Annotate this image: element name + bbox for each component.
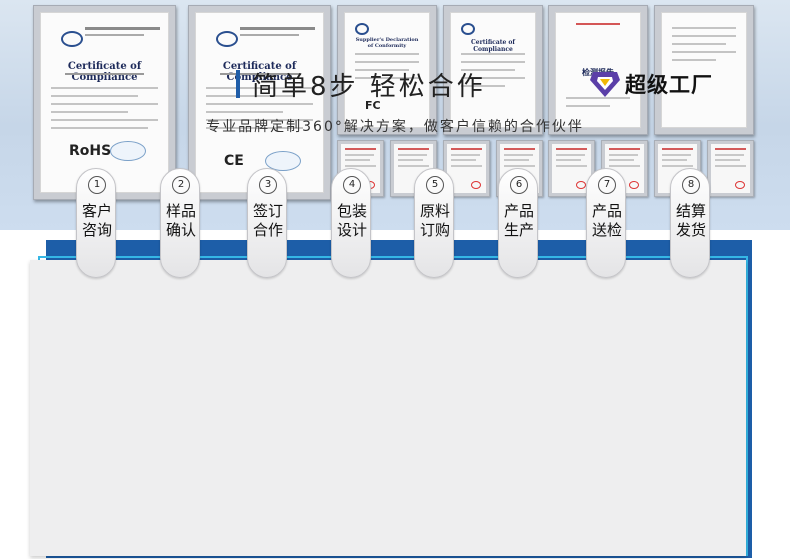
- step-card: 5 原料订购: [414, 168, 454, 278]
- bys-logo-icon: [355, 23, 369, 35]
- step-card: 1 客户咨询: [76, 168, 116, 278]
- step-number: 2: [172, 176, 190, 194]
- signature-seal-icon: [110, 141, 146, 161]
- heading-accent-bar: [236, 70, 240, 98]
- step-number: 4: [343, 176, 361, 194]
- bys-logo-icon: [461, 23, 475, 35]
- step-card: 4 包装设计: [331, 168, 371, 278]
- step-label: 签订合作: [252, 202, 283, 239]
- step-card: 8 结算发货: [670, 168, 710, 278]
- step-number: 6: [510, 176, 528, 194]
- section-title: 简单8步 轻松合作: [252, 71, 486, 102]
- brand-logo: 超级工厂: [589, 69, 713, 99]
- step-label: 原料订购: [419, 202, 450, 239]
- process-card: [30, 260, 746, 556]
- bys-logo-icon: [61, 31, 83, 47]
- step-label: 包装设计: [336, 202, 367, 239]
- step-card: 2 样品确认: [160, 168, 200, 278]
- certificate-paper: Certificate of Compliance CE: [195, 12, 324, 193]
- step-number: 5: [426, 176, 444, 194]
- certificate-title: Certificate of Compliance: [67, 61, 142, 83]
- mini-certificate: [707, 140, 754, 197]
- step-card: 7 产品送检: [586, 168, 626, 278]
- step-number: 8: [682, 176, 700, 194]
- certificate-paper: Certificate of Compliance RoHS: [40, 12, 169, 193]
- process-section: [0, 230, 790, 559]
- rohs-mark: RoHS: [69, 143, 112, 159]
- certificate-title: Supplier's Declaration of Conformity: [355, 37, 419, 49]
- diamond-logo-icon: [590, 72, 620, 97]
- step-label: 产品生产: [503, 202, 534, 239]
- section-subtitle: 专业品牌定制360°解决方案，做客户信赖的合作伙伴: [206, 119, 584, 135]
- certificate-title: Certificate of Compliance: [471, 39, 515, 53]
- step-number: 1: [88, 176, 106, 194]
- step-number: 3: [259, 176, 277, 194]
- step-label: 产品送检: [591, 202, 622, 239]
- brand-name: 超级工厂: [625, 73, 713, 97]
- step-number: 7: [598, 176, 616, 194]
- step-label: 结算发货: [675, 202, 706, 239]
- step-label: 样品确认: [165, 202, 196, 239]
- step-label: 客户咨询: [81, 202, 112, 239]
- section-heading: 简单8步 轻松合作: [236, 69, 486, 102]
- step-card: 6 产品生产: [498, 168, 538, 278]
- bys-logo-icon: [216, 31, 238, 47]
- ce-mark: CE: [224, 153, 244, 169]
- step-card: 3 签订合作: [247, 168, 287, 278]
